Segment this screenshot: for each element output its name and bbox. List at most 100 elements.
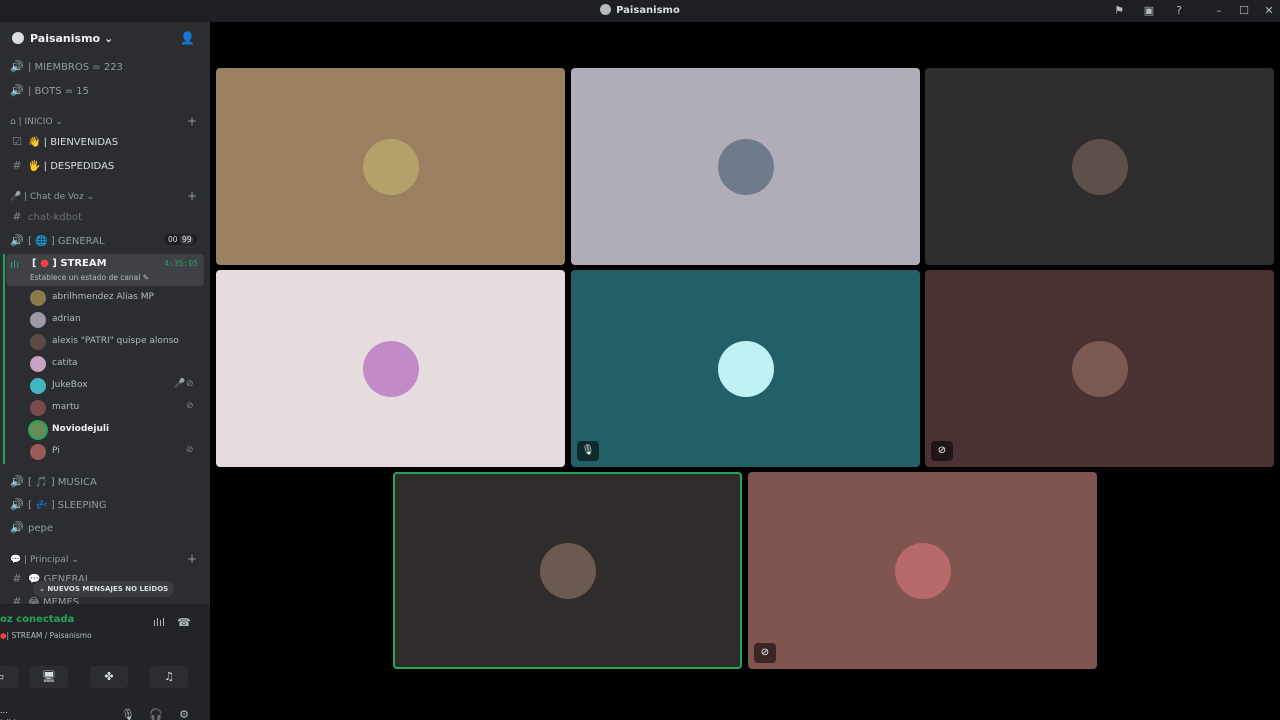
member-name: alexis "PATRI" quispe alonso [52, 336, 179, 346]
inbox-flag-icon[interactable]: ⚑ [1112, 4, 1126, 18]
channel-pepe[interactable]: 🔊 pepe [10, 521, 53, 541]
voice-activity-icon: ılı [10, 258, 20, 271]
channel-sleeping[interactable]: 🔊[ 💤 ] SLEEPING [10, 498, 107, 518]
headphones-icon[interactable]: 🎧 [147, 708, 165, 720]
channel-stream-label: ] STREAM [52, 258, 107, 269]
inbox-icon[interactable]: ▣ [1142, 4, 1156, 18]
unread-messages-pill[interactable]: ⌄ NUEVOS MENSAJES NO LEÍDOS [33, 581, 175, 597]
channel-general-voice-label: ] GENERAL [50, 236, 105, 247]
channel-members-label: | MIEMBROS = 223 [28, 62, 123, 73]
disconnect-icon[interactable]: ☎ [175, 616, 193, 632]
channel-sleeping-label: ] SLEEPING [50, 500, 107, 511]
muted-mic-icon: ⊘ [754, 643, 776, 663]
voice-member[interactable]: alexis "PATRI" quispe alonso [30, 333, 206, 351]
muted-mic-icon: ⊘ [931, 441, 953, 461]
channel-chat-kdbot-label: chat-kdbot [28, 212, 83, 223]
channel-bots-stat[interactable]: 🔊 | BOTS = 15 [10, 84, 89, 104]
member-name: abrilhmendez Alias MP [52, 292, 154, 302]
participant-tile[interactable]: ⊘ [748, 472, 1097, 669]
camera-button[interactable]: ▭ [0, 666, 18, 688]
microphone-icon[interactable]: 🎙 [119, 708, 137, 720]
channel-musica-label: ] MUSICA [50, 477, 97, 488]
participant-tile[interactable] [571, 68, 920, 265]
channel-chat-kdbot[interactable]: # chat-kdbot [10, 210, 82, 230]
voice-member[interactable]: catita [30, 355, 206, 373]
voice-location-label: | STREAM / Paisanismo [6, 631, 92, 640]
participant-tile[interactable] [216, 68, 565, 265]
channel-stream-name: [ ● ] STREAM [32, 258, 107, 269]
voice-member[interactable]: JukeBox 🎤 ⊘ [30, 377, 206, 395]
maximize-icon[interactable]: ☐ [1237, 4, 1251, 18]
minimize-icon[interactable]: – [1212, 4, 1226, 18]
user-name[interactable]: ... [0, 706, 8, 715]
help-icon[interactable]: ? [1172, 4, 1186, 18]
voice-member[interactable]: adrian [30, 311, 206, 329]
add-channel-icon[interactable]: + [187, 114, 197, 128]
member-name: catita [52, 358, 78, 368]
avatar [30, 422, 46, 438]
stream-timer: 4:35:05 [164, 259, 198, 268]
soundboard-button[interactable]: ♫ [150, 666, 188, 688]
add-channel-icon[interactable]: + [187, 189, 197, 203]
channel-bienvenidas[interactable]: ☑ 👋 | BIENVENIDAS [10, 135, 118, 155]
deafened-icon: ⊘ [186, 379, 194, 389]
category-principal[interactable]: 💬 | Principal ⌄ [10, 555, 79, 565]
activities-button[interactable]: ✤ [90, 666, 128, 688]
category-voz[interactable]: 🎤 | Chat de Voz ⌄ [10, 192, 94, 202]
unread-messages-label: NUEVOS MENSAJES NO LEÍDOS [47, 585, 169, 593]
avatar [30, 290, 46, 306]
participant-tile[interactable] [925, 68, 1274, 265]
channel-stream-active[interactable]: ılı [ ● ] STREAM 4:35:05 Establece un es… [6, 254, 204, 286]
channel-sidebar: Paisanismo ⌄ 👤 🔊 | MIEMBROS = 223 🔊 | BOTS… [0, 22, 210, 720]
channel-despedidas-label: | DESPEDIDAS [43, 161, 115, 172]
invite-people-icon[interactable]: 👤 [180, 31, 196, 47]
server-muted-icon: 🎙 [577, 441, 599, 461]
participant-tile[interactable]: 🎙 [571, 270, 920, 467]
server-name[interactable]: Paisanismo ⌄ [30, 32, 113, 45]
channel-musica[interactable]: 🔊[ 🎵 ] MUSICA [10, 475, 97, 495]
member-name: Pi [52, 446, 60, 456]
user-limit-badge: 00 99 [164, 234, 198, 245]
avatar [30, 334, 46, 350]
server-name-text: Paisanismo [30, 32, 101, 45]
channel-status-text[interactable]: Establece un estado de canal ✎ [30, 273, 149, 282]
muted-mic-icon: ⊘ [186, 445, 194, 455]
hash-icon: # [12, 210, 22, 223]
voice-member[interactable]: Pi ⊘ [30, 443, 206, 461]
channel-general-voice[interactable]: 🔊[ 🌐 ] GENERAL 00 99 [10, 234, 200, 254]
voice-location[interactable]: ●| STREAM / Paisanismo [0, 631, 92, 640]
member-name: martu [52, 402, 80, 412]
screen-share-button[interactable]: 🖥 [30, 666, 68, 688]
participant-tile[interactable]: ⊘ [925, 270, 1274, 467]
channel-members-stat[interactable]: 🔊 | MIEMBROS = 223 [10, 60, 123, 80]
avatar [30, 400, 46, 416]
rules-icon: ☑ [12, 135, 22, 148]
active-channel-indicator [3, 254, 5, 464]
hash-icon: # [12, 572, 22, 585]
channel-despedidas[interactable]: # 🖐 | DESPEDIDAS [10, 159, 114, 179]
voice-status[interactable]: oz conectada [0, 614, 74, 625]
badge-count-a: 00 [168, 235, 178, 244]
participant-tile[interactable] [216, 270, 565, 467]
speaker-locked-icon: 🔊 [10, 60, 24, 73]
close-icon[interactable]: ✕ [1262, 4, 1276, 18]
category-principal-label: | Principal [24, 555, 69, 565]
badge-count-b: 99 [179, 235, 194, 244]
voice-member[interactable]: abrilhmendez Alias MP [30, 289, 206, 307]
server-header[interactable]: Paisanismo ⌄ 👤 [0, 22, 210, 56]
category-inicio[interactable]: ⌂ | INICIO ⌄ [10, 117, 63, 127]
voice-member-speaking[interactable]: Noviodejuli [30, 421, 206, 439]
voice-activity-icon[interactable]: ılıl [150, 616, 168, 632]
participant-tile-speaking[interactable] [393, 472, 742, 669]
settings-gear-icon[interactable]: ⚙ [175, 708, 193, 720]
participant-avatar [362, 340, 419, 397]
speaker-icon: 🔊 [10, 498, 24, 511]
category-inicio-label: | INICIO [18, 117, 53, 127]
add-channel-icon[interactable]: + [187, 552, 197, 566]
member-name: JukeBox [52, 380, 88, 390]
channel-bienvenidas-label: | BIENVENIDAS [43, 137, 119, 148]
server-muted-icon: 🎤 [174, 379, 186, 389]
voice-member[interactable]: martu ⊘ [30, 399, 206, 417]
voice-stage: 🎙 ⊘ ⊘ [210, 22, 1280, 720]
voice-connection-panel: oz conectada ●| STREAM / Paisanismo ılıl… [0, 604, 210, 720]
